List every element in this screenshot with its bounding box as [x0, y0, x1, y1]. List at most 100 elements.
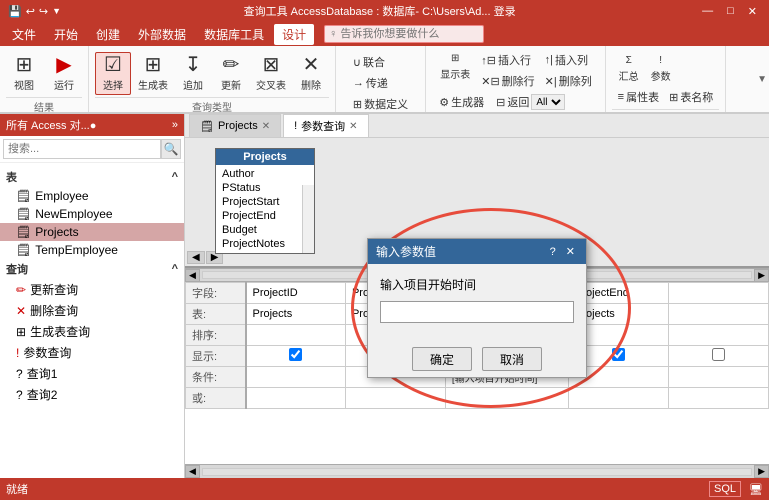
- title-bar: 💾 ↩ ↪ ▼ 查询工具 AccessDatabase : 数据库- C:\Us…: [0, 0, 769, 22]
- select-icon: ☑: [104, 55, 122, 75]
- sidebar-item-query2[interactable]: ? 查询2: [0, 384, 184, 405]
- propsheet-button[interactable]: ≡ 属性表: [614, 87, 663, 107]
- ribbon-search-input[interactable]: [324, 25, 484, 43]
- total-icon: Σ: [626, 55, 632, 66]
- sidebar-search-button[interactable]: 🔍: [161, 139, 181, 159]
- redo-icon[interactable]: ↪: [39, 5, 48, 18]
- table-icon-tempemployee: 🗒: [16, 243, 31, 257]
- tablename-button[interactable]: ⊞ 表名称: [665, 87, 717, 107]
- return-button[interactable]: ⊟ 返回 All: [492, 92, 569, 112]
- sidebar-item-paramquery[interactable]: ! 参数查询: [0, 342, 184, 363]
- sidebar-section-tables[interactable]: 表 ^: [0, 167, 184, 187]
- sidebar-search-input[interactable]: [3, 139, 161, 159]
- view-button[interactable]: ⊞ 视图: [6, 52, 42, 95]
- sidebar-item-projects[interactable]: 🗒 Projects: [0, 223, 184, 241]
- sidebar-search-area: 🔍: [0, 136, 184, 163]
- tab-projects[interactable]: 🗒 Projects ✕: [189, 114, 281, 137]
- tab-projects-icon: 🗒: [200, 120, 214, 133]
- sidebar-item-newemployee[interactable]: 🗒 NewEmployee: [0, 205, 184, 223]
- tab-paramquery[interactable]: ! 参数查询 ✕: [283, 114, 368, 137]
- sidebar-collapse-icon[interactable]: »: [172, 119, 178, 131]
- sidebar-header: 所有 Access 对...● »: [0, 114, 184, 136]
- update-icon: ✏: [223, 55, 240, 75]
- union-icon: ∪: [353, 56, 361, 69]
- ribbon-group-sql: ∪ 联合 → 传递 ⊞ 数据定义: [336, 46, 426, 112]
- showtable-icon: ⊞: [451, 53, 459, 64]
- results-label: 结果: [6, 97, 82, 114]
- showtable-button[interactable]: ⊞ 显示表: [435, 50, 475, 91]
- run-button[interactable]: ▶ 运行: [46, 52, 82, 95]
- ribbon-search-area: [316, 25, 765, 43]
- ribbon-scroll-down[interactable]: ▼: [757, 74, 767, 85]
- params-button[interactable]: ! 参数: [646, 52, 676, 86]
- menu-dbtools[interactable]: 数据库工具: [196, 24, 272, 45]
- menu-create[interactable]: 创建: [88, 24, 128, 45]
- maketable-icon: ⊞: [145, 55, 162, 75]
- tab-paramquery-close[interactable]: ✕: [349, 121, 357, 132]
- pass-button[interactable]: → 传递: [349, 73, 412, 93]
- query-icon-1: ?: [16, 367, 23, 381]
- query-icon-delete: ✕: [16, 304, 26, 318]
- tables-label: 表: [6, 169, 17, 185]
- insertcol-icon: ↑|: [545, 54, 553, 66]
- title-bar-title: 查询工具 AccessDatabase : 数据库- C:\Users\Ad..…: [61, 3, 698, 19]
- table-icon-employee: 🗒: [16, 189, 31, 203]
- close-button[interactable]: ✕: [744, 4, 761, 19]
- update-button[interactable]: ✏ 更新: [213, 52, 249, 95]
- status-display-icon[interactable]: 🖥: [749, 483, 763, 496]
- tab-bar: 🗒 Projects ✕ ! 参数查询 ✕: [185, 114, 769, 138]
- delete-icon: ✕: [303, 55, 320, 75]
- query-icon-update: ✏: [16, 283, 26, 297]
- return-dropdown[interactable]: All: [531, 94, 565, 110]
- datadef-icon: ⊞: [353, 98, 362, 111]
- ribbon-group-results: ⊞ 视图 ▶ 运行 结果: [0, 46, 89, 112]
- sidebar-item-updatequery[interactable]: ✏ 更新查询: [0, 279, 184, 300]
- menu-file[interactable]: 文件: [4, 24, 44, 45]
- minimize-button[interactable]: —: [698, 4, 717, 19]
- status-sql[interactable]: SQL: [709, 481, 741, 497]
- crosstab-button[interactable]: ⊠ 交叉表: [251, 52, 291, 95]
- datadef-button[interactable]: ⊞ 数据定义: [349, 94, 412, 114]
- modal-ok-button[interactable]: 确定: [412, 347, 472, 371]
- sidebar-item-query1[interactable]: ? 查询1: [0, 363, 184, 384]
- pass-icon: →: [353, 77, 364, 89]
- dropdown-icon[interactable]: ▼: [52, 6, 61, 16]
- querytype-label: 查询类型: [95, 97, 329, 114]
- sidebar-item-deletequery[interactable]: ✕ 删除查询: [0, 300, 184, 321]
- sidebar-content: 表 ^ 🗒 Employee 🗒 NewEmployee 🗒 Projects …: [0, 163, 184, 478]
- maximize-button[interactable]: □: [723, 4, 738, 19]
- insertcol-button[interactable]: ↑| 插入列: [541, 50, 596, 70]
- deleterow-button[interactable]: ✕⊟ 删除行: [477, 71, 538, 91]
- delete-button[interactable]: ✕ 删除: [293, 52, 329, 95]
- menu-start[interactable]: 开始: [46, 24, 86, 45]
- union-button[interactable]: ∪ 联合: [349, 52, 412, 72]
- insertrow-button[interactable]: ↑⊟ 插入行: [477, 50, 538, 70]
- modal-input[interactable]: [380, 301, 574, 323]
- ribbon-group-querytype: ☑ 选择 ⊞ 生成表 ↧ 追加 ✏ 更新 ⊠ 交叉表 ✕ 删除: [89, 46, 336, 112]
- modal-cancel-button[interactable]: 取消: [482, 347, 542, 371]
- sidebar-item-maketablequery[interactable]: ⊞ 生成表查询: [0, 321, 184, 342]
- total-button[interactable]: Σ 汇总: [614, 52, 644, 86]
- menu-external[interactable]: 外部数据: [130, 24, 194, 45]
- builder-button[interactable]: ⚙ 生成器: [435, 92, 488, 112]
- modal-question-button[interactable]: ?: [547, 245, 559, 258]
- undo-icon[interactable]: ↩: [26, 5, 35, 18]
- append-button[interactable]: ↧ 追加: [175, 52, 211, 95]
- tab-projects-close[interactable]: ✕: [262, 121, 270, 132]
- main-area: 所有 Access 对...● » 🔍 表 ^ 🗒 Employee 🗒 New…: [0, 114, 769, 478]
- ribbon: ⊞ 视图 ▶ 运行 结果 ☑ 选择 ⊞ 生成表 ↧ 追加: [0, 46, 769, 114]
- sidebar-section-queries[interactable]: 查询 ^: [0, 259, 184, 279]
- title-bar-left: 💾 ↩ ↪ ▼: [8, 5, 61, 18]
- modal-overlay: 输入参数值 ? ✕ 输入项目开始时间 确定 取消: [185, 138, 769, 478]
- maketable-button[interactable]: ⊞ 生成表: [133, 52, 173, 95]
- sidebar-item-employee[interactable]: 🗒 Employee: [0, 187, 184, 205]
- deletecol-button[interactable]: ✕| 删除列: [541, 71, 596, 91]
- sidebar-title: 所有 Access 对...●: [6, 117, 96, 133]
- sidebar-item-tempemployee[interactable]: 🗒 TempEmployee: [0, 241, 184, 259]
- select-button[interactable]: ☑ 选择: [95, 52, 131, 95]
- menu-design[interactable]: 设计: [274, 24, 314, 45]
- modal-close-button[interactable]: ✕: [563, 245, 578, 258]
- ribbon-group-showhide: Σ 汇总 ! 参数 ≡ 属性表 ⊞ 表名称 显示/隐藏: [606, 46, 726, 112]
- table-icon-newemployee: 🗒: [16, 207, 31, 221]
- append-icon: ↧: [185, 55, 202, 75]
